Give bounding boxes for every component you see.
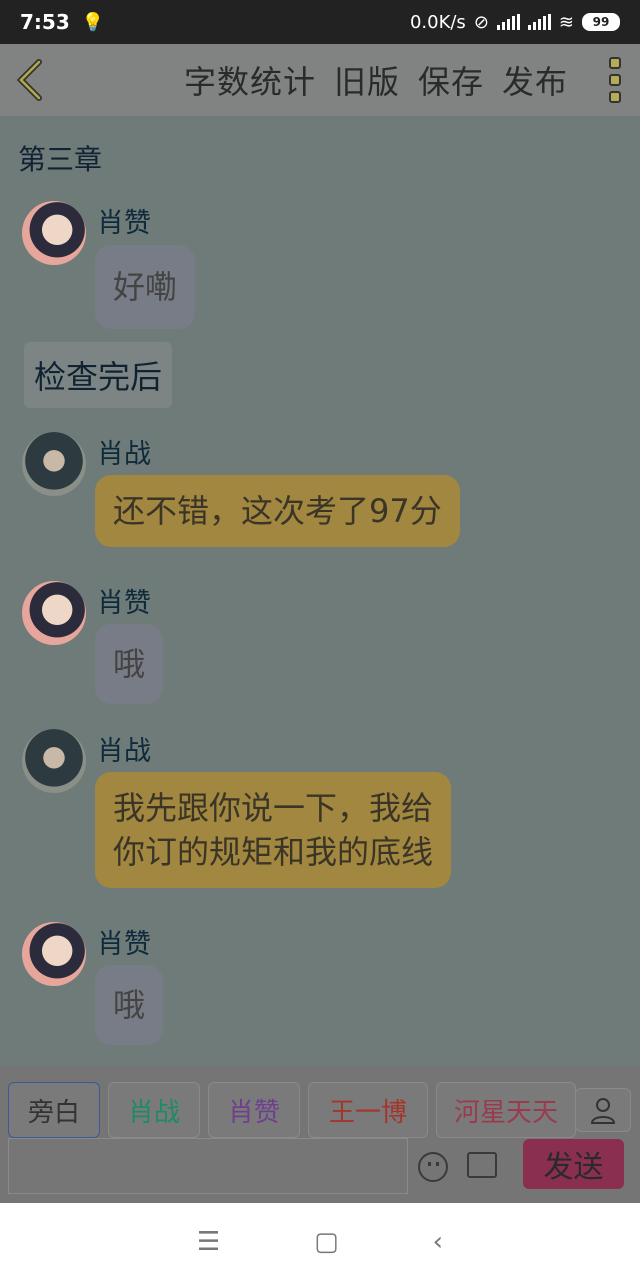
sender-name: 肖赞 [97,588,151,619]
message-bubble[interactable]: 好嘞 [95,245,196,329]
avatar[interactable] [22,201,86,265]
network-speed: 0.0K/s [409,11,466,33]
message-bubble[interactable]: 哦 [95,624,164,704]
sender-name: 肖战 [97,736,151,767]
message-bubble[interactable]: 哦 [95,965,164,1045]
role-label: 河星天天 [453,1097,558,1128]
signal-icon-2 [527,14,551,30]
wifi-icon: ≋ [558,11,574,33]
role-xiaozan[interactable]: 肖赞 [208,1082,300,1138]
more-dot-icon [609,91,621,103]
sender-name: 肖赞 [97,929,151,960]
image-icon[interactable] [467,1152,497,1178]
word-count-button[interactable]: 字数统计 [184,57,316,103]
role-label: 肖战 [127,1097,180,1128]
back-icon[interactable]: ‹ [433,1227,443,1257]
role-wangyibo[interactable]: 王一博 [308,1082,428,1138]
system-nav-bar: ☰ ▢ ‹ [0,1203,640,1280]
compose-panel: 旁白 肖战 肖赞 王一博 河星天天 发送 [0,1066,640,1203]
clock: 7:53 [20,10,70,34]
message-bubble[interactable]: 还不错，这次考了97分 [95,475,460,547]
back-button[interactable] [0,44,60,116]
alarm-off-icon: ⊘ [473,11,489,33]
battery-icon: 99 [582,13,620,31]
message-input[interactable] [8,1138,408,1194]
status-bar: 7:53 💡 0.0K/s ⊘ ≋ 99 [0,0,640,44]
menu-icon[interactable]: ☰ [197,1227,220,1257]
old-version-button[interactable]: 旧版 [334,57,400,103]
top-toolbar: 字数统计 旧版 保存 发布 [0,44,640,116]
avatar[interactable] [22,729,86,793]
avatar[interactable] [22,922,86,986]
send-button[interactable]: 发送 [523,1139,624,1189]
avatar[interactable] [22,581,86,645]
chapter-title: 第三章 [18,143,103,176]
lightbulb-icon: 💡 [81,11,105,33]
chat-area[interactable]: 第三章 肖赞 好嘞 检查完后 肖战 还不错，这次考了97分 肖赞 哦 肖战 我先… [0,116,640,1066]
message-bubble[interactable]: 我先跟你说一下，我给 你订的规矩和我的底线 [95,772,452,888]
home-icon[interactable]: ▢ [314,1227,339,1257]
more-menu-button[interactable] [590,44,640,116]
publish-button[interactable]: 发布 [502,57,568,103]
add-character-button[interactable] [575,1088,631,1132]
role-label: 旁白 [27,1097,80,1128]
user-icon [590,1098,616,1124]
role-hexingtiantian[interactable]: 河星天天 [436,1082,576,1138]
sender-name: 肖战 [97,439,151,470]
sender-name: 肖赞 [97,208,151,239]
role-label: 王一博 [328,1097,407,1128]
narration-text[interactable]: 检查完后 [24,342,173,408]
more-dot-icon [609,74,621,86]
save-button[interactable]: 保存 [418,57,484,103]
role-selector: 旁白 肖战 肖赞 王一博 河星天天 [8,1082,576,1138]
signal-icon [496,14,520,30]
toolbar-actions: 字数统计 旧版 保存 发布 [184,57,590,103]
role-label: 肖赞 [227,1097,280,1128]
role-xiaozhan[interactable]: 肖战 [108,1082,200,1138]
emoji-icon[interactable] [418,1152,448,1182]
role-narrator[interactable]: 旁白 [8,1082,100,1138]
more-dot-icon [609,57,621,69]
status-icons: 0.0K/s ⊘ ≋ 99 [410,12,620,33]
avatar[interactable] [22,432,86,496]
chevron-left-icon [16,59,42,101]
